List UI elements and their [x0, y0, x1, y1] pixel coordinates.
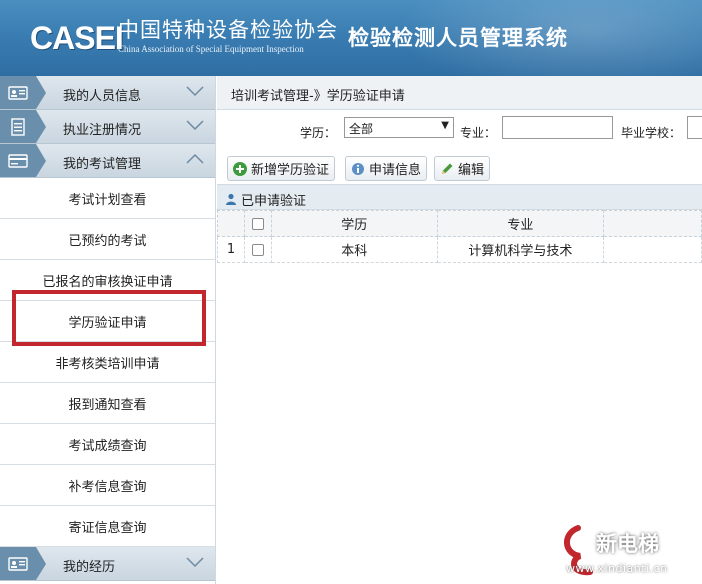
add-education-verification-button[interactable]: 新增学历验证 [227, 156, 336, 181]
app-header: CASEI 中国特种设备检验协会 China Association of Sp… [0, 0, 702, 76]
table-title-text: 已申请验证 [241, 193, 307, 209]
sidebar: 我的人员信息 执业注册情况 我的考试管理 考试计划查看 已预约的考试 已报名的审… [0, 76, 216, 584]
application-info-button[interactable]: 申请信息 [345, 156, 428, 181]
sidebar-item-label: 非考核类培训申请 [55, 356, 160, 372]
filter-bar: 学历： 全部 ▼ 专业： 毕业学校： [217, 110, 702, 154]
major-input[interactable] [502, 116, 613, 139]
education-label: 学历： [300, 126, 337, 140]
sidebar-item-label: 考试计划查看 [68, 192, 147, 208]
sidebar-item-label: 已预约的考试 [68, 233, 147, 249]
info-icon [352, 162, 364, 175]
column-header-extra [603, 210, 702, 237]
edit-button[interactable]: 编辑 [434, 156, 491, 181]
major-label: 专业： [460, 126, 497, 140]
sidebar-item-makeup-exam[interactable]: 补考信息查询 [0, 465, 215, 506]
sidebar-item-certificate-mailing[interactable]: 寄证信息查询 [0, 506, 215, 547]
select-all-checkbox[interactable] [251, 217, 264, 230]
watermark-url: www.xindianti.cn [566, 562, 668, 575]
highlight-box [12, 290, 206, 346]
education-select-value: 全部 [349, 122, 374, 136]
column-header: 学历 [270, 210, 438, 237]
select-all-cell [243, 210, 272, 237]
id-card-icon [0, 76, 36, 109]
main-content: 培训考试管理-》学历验证申请 学历： 全部 ▼ 专业： 毕业学校： 新增学历验证… [217, 76, 702, 584]
info-button-label: 申请信息 [369, 163, 422, 178]
breadcrumb: 培训考试管理-》学历验证申请 [217, 76, 702, 110]
sidebar-item-non-exam-training[interactable]: 非考核类培训申请 [0, 342, 215, 383]
sidebar-group-label: 执业注册情况 [63, 123, 142, 138]
org-name-en: China Association of Special Equipment I… [118, 44, 304, 54]
sidebar-group-label: 我的考试管理 [63, 157, 142, 172]
table-header-row: 学历 专业 [217, 210, 702, 237]
sidebar-item-label: 已报名的审核换证申请 [42, 274, 173, 290]
major-cell: 计算机科学与技术 [436, 236, 605, 263]
watermark-text: 新电梯 [596, 532, 659, 556]
row-index: 1 [217, 236, 245, 263]
sidebar-item-check-in-notice[interactable]: 报到通知查看 [0, 383, 215, 424]
id-card-icon [0, 547, 36, 580]
education-cell: 本科 [270, 236, 438, 263]
sidebar-group-exam-management[interactable]: 我的考试管理 [0, 144, 215, 178]
sidebar-group-experience[interactable]: 我的经历 [0, 547, 215, 581]
school-input[interactable] [687, 116, 702, 139]
org-name-cn: 中国特种设备检验协会 [118, 18, 338, 42]
pencil-icon [442, 163, 453, 174]
row-select-cell [243, 236, 272, 263]
education-select[interactable]: 全部 ▼ [344, 117, 454, 138]
chevron-down-icon [186, 86, 204, 97]
user-icon [226, 193, 236, 205]
sidebar-group-personal-info[interactable]: 我的人员信息 [0, 76, 215, 110]
sidebar-item-exam-scores[interactable]: 考试成绩查询 [0, 424, 215, 465]
sidebar-group-label: 我的人员信息 [63, 89, 142, 104]
system-title: 检验检测人员管理系统 [348, 26, 568, 50]
dropdown-caret-icon: ▼ [441, 120, 449, 131]
sidebar-item-label: 寄证信息查询 [68, 520, 147, 536]
add-button-label: 新增学历验证 [251, 163, 330, 178]
chevron-down-icon [186, 557, 204, 568]
empty-cell [603, 236, 702, 263]
edit-button-label: 编辑 [458, 163, 485, 178]
sidebar-group-label: 我的经历 [63, 560, 116, 575]
toolbar: 新增学历验证 申请信息 编辑 [217, 154, 702, 184]
document-icon [0, 110, 36, 143]
casei-logo: CASEI [30, 20, 124, 56]
sidebar-item-exam-plan[interactable]: 考试计划查看 [0, 178, 215, 219]
sidebar-item-label: 补考信息查询 [68, 479, 147, 495]
table-row[interactable]: 1 本科 计算机科学与技术 [217, 236, 702, 263]
chevron-down-icon [186, 120, 204, 131]
column-header: 专业 [436, 210, 605, 237]
plus-icon [233, 161, 247, 176]
table-title: 已申请验证 [217, 184, 702, 210]
sidebar-item-label: 考试成绩查询 [68, 438, 147, 454]
chevron-up-icon [186, 153, 204, 164]
school-label: 毕业学校： [621, 126, 682, 140]
card-icon [0, 144, 36, 177]
sidebar-item-booked-exams[interactable]: 已预约的考试 [0, 219, 215, 260]
sidebar-group-registration[interactable]: 执业注册情况 [0, 110, 215, 144]
verification-table: 学历 专业 1 本科 计算机科学与技术 [217, 210, 702, 263]
sidebar-item-label: 报到通知查看 [68, 397, 147, 413]
row-checkbox[interactable] [251, 243, 264, 256]
index-header [217, 210, 245, 237]
